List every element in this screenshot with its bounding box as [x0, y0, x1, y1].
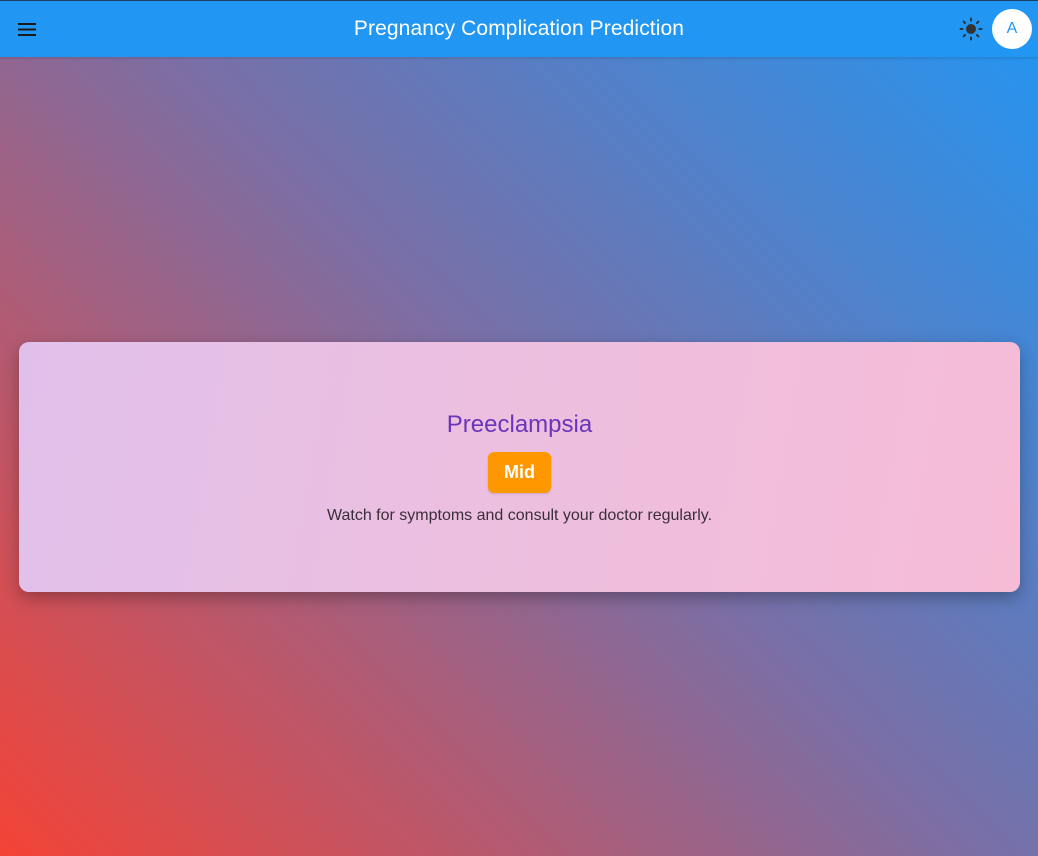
- advice-text: Watch for symptoms and consult your doct…: [326, 507, 713, 524]
- app-bar: Pregnancy Complication Prediction A: [0, 0, 1038, 57]
- avatar[interactable]: A: [992, 9, 1032, 49]
- prediction-card: Preeclampsia Mid Watch for symptoms and …: [19, 342, 1020, 592]
- condition-title: Preeclampsia: [446, 411, 593, 438]
- risk-level-badge: Mid: [488, 452, 551, 493]
- theme-toggle-button[interactable]: [957, 15, 985, 43]
- page-title: Pregnancy Complication Prediction: [353, 17, 685, 40]
- sun-icon: [959, 17, 983, 41]
